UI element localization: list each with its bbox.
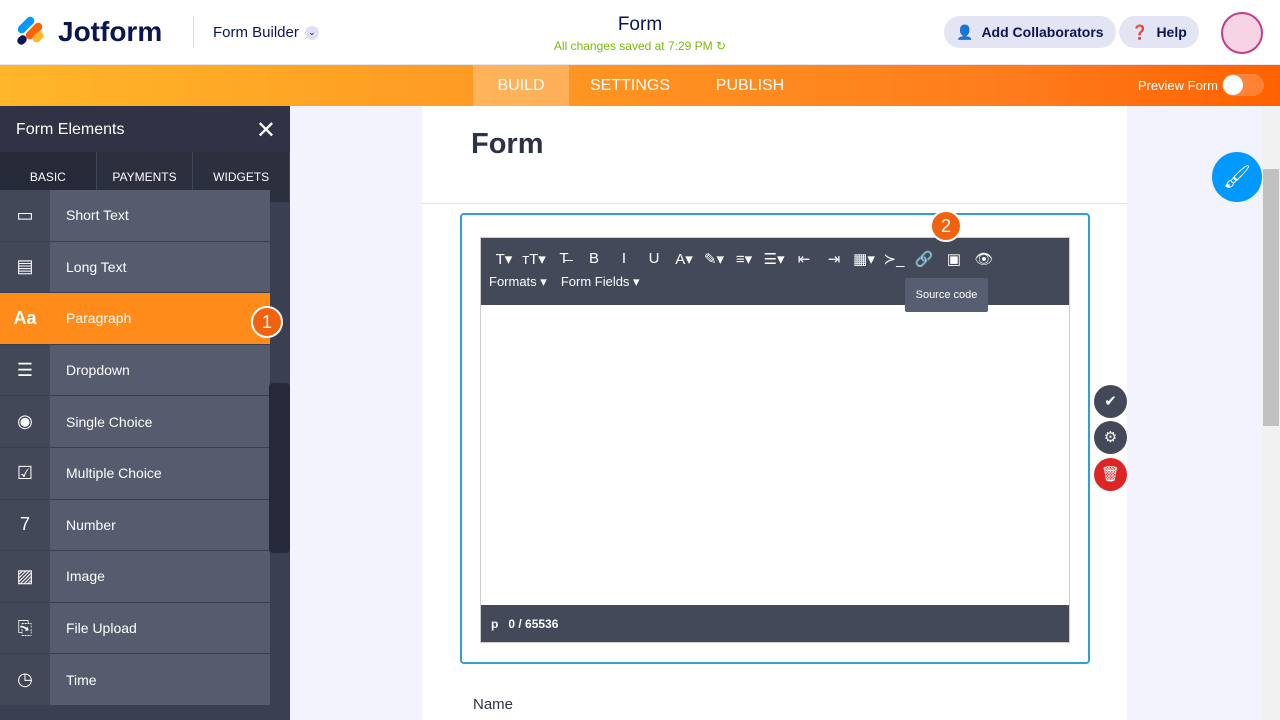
form-builder-menu[interactable]: Form Builder ⌄ (213, 24, 319, 41)
form-heading[interactable]: Form (471, 128, 544, 161)
clear-format-icon[interactable]: T̶ (549, 250, 579, 268)
dropdown-icon: ☰ (0, 344, 50, 396)
number-icon: 7 (0, 499, 50, 551)
form-elements-panel: Form Elements ✕ BASIC PAYMENTS WIDGETS ▭ S… (0, 106, 291, 720)
sidebar-scrollbar[interactable] (269, 383, 290, 553)
font-icon[interactable]: T▾ (489, 250, 519, 268)
paint-roller-icon: 🖌 (1223, 164, 1251, 189)
list-icon[interactable]: ☰▾ (759, 250, 789, 268)
step-badge-2: 2 (930, 210, 962, 242)
sidebar-item-label: Long Text (50, 241, 270, 293)
builder-label: Form Builder (213, 24, 299, 41)
sidebar-item-single-choice[interactable]: ◉ Single Choice (0, 396, 270, 448)
divider (193, 16, 194, 48)
sidebar-item-label: Number (50, 499, 270, 551)
sidebar-item-multiple-choice[interactable]: ☑ Multiple Choice (0, 447, 270, 500)
avatar[interactable] (1221, 12, 1263, 54)
radio-icon: ◉ (0, 396, 50, 447)
table-icon[interactable]: ▦▾ (849, 250, 879, 268)
short-text-icon: ▭ (0, 190, 50, 241)
paragraph-icon: Aa (0, 293, 50, 344)
form-canvas: Form T▾ ᴛT▾ T̶ B I U A▾ ✎▾ ≡▾ ☰▾ ⇤ ⇥ ▦▾ ≻_ 🔗 ▣ 👁 Formats… (422, 106, 1127, 720)
close-icon[interactable]: ✕ (256, 116, 276, 145)
sidebar-item-time[interactable]: ◷ Time (0, 654, 270, 706)
sidebar-item-label: Dropdown (50, 344, 270, 396)
editor-content[interactable] (481, 305, 1069, 605)
preview-label: Preview Form (1137, 78, 1218, 93)
help-label: Help (1156, 24, 1187, 40)
sidebar-item-label: Image (50, 551, 270, 602)
sidebar-item-number[interactable]: 7 Number (0, 499, 270, 552)
font-size-icon[interactable]: ᴛT▾ (519, 250, 549, 268)
underline-icon[interactable]: U (639, 250, 669, 268)
step-badge-1: 1 (251, 306, 283, 338)
help-icon: ❓ (1131, 23, 1149, 40)
page-scrollbar[interactable] (1262, 106, 1280, 720)
add-collaborators-label: Add Collaborators (981, 24, 1104, 40)
checkbox-icon: ☑ (0, 447, 50, 499)
sidebar-item-label: File Upload (50, 602, 270, 654)
brand-name: Jotform (58, 16, 163, 47)
panel-title: Form Elements (16, 121, 125, 138)
save-status: All changes saved at 7:29 PM ↻ (500, 39, 780, 53)
sidebar-item-label: Short Text (50, 190, 270, 241)
char-count: 0 / 65536 (508, 617, 559, 631)
tab-publish[interactable]: PUBLISH (691, 65, 809, 106)
indent-icon[interactable]: ⇥ (819, 250, 849, 268)
source-code-icon[interactable]: ≻_ (879, 250, 909, 268)
long-text-icon: ▤ (0, 241, 50, 293)
jotform-logo[interactable]: Jotform (15, 15, 163, 48)
check-icon[interactable]: ✔ (1094, 385, 1127, 418)
source-code-tooltip: Source code (905, 278, 988, 312)
align-icon[interactable]: ≡▾ (729, 250, 759, 268)
help-button[interactable]: ❓ Help (1119, 16, 1199, 48)
form-title[interactable]: Form (540, 14, 740, 36)
preview-icon[interactable]: 👁 (969, 250, 999, 268)
sidebar-item-dropdown[interactable]: ☰ Dropdown (0, 344, 270, 397)
outdent-icon[interactable]: ⇤ (789, 250, 819, 268)
sidebar-item-short-text[interactable]: ▭ Short Text (0, 190, 270, 242)
gear-icon[interactable]: ⚙ (1094, 421, 1127, 454)
italic-icon[interactable]: I (609, 250, 639, 268)
sidebar-item-file-upload[interactable]: ⎘ File Upload (0, 602, 270, 655)
text-color-icon[interactable]: A▾ (669, 250, 699, 268)
logo-icon (15, 15, 46, 47)
trash-icon[interactable]: 🗑 (1094, 458, 1127, 491)
editor-status-bar: p 0 / 65536 (481, 605, 1069, 642)
user-icon: 👤 (956, 23, 974, 40)
divider (422, 203, 1127, 204)
element-path: p (491, 617, 499, 631)
form-designer-button[interactable]: 🖌 (1212, 152, 1262, 202)
link-icon[interactable]: 🔗 (909, 250, 939, 268)
clock-icon: ◷ (0, 654, 50, 705)
bold-icon[interactable]: B (579, 250, 609, 268)
preview-toggle[interactable] (1222, 74, 1264, 96)
sidebar-item-paragraph[interactable]: Aa Paragraph (0, 293, 270, 345)
panel-header: Form Elements ✕ (0, 106, 290, 152)
sidebar-item-label: Paragraph (50, 293, 270, 344)
file-upload-icon: ⎘ (0, 602, 50, 654)
tab-build[interactable]: BUILD (473, 65, 569, 106)
sidebar-item-label: Time (50, 654, 270, 705)
paragraph-field[interactable]: T▾ ᴛT▾ T̶ B I U A▾ ✎▾ ≡▾ ☰▾ ⇤ ⇥ ▦▾ ≻_ 🔗 ▣ 👁 Formats ▾ For… (460, 213, 1090, 664)
sidebar-item-label: Multiple Choice (50, 447, 270, 499)
save-status-text: All changes saved at 7:29 PM (553, 39, 713, 53)
image-icon[interactable]: ▣ (939, 250, 969, 268)
top-bar: Jotform Form Builder ⌄ Form All changes s… (0, 0, 1280, 65)
refresh-icon: ↻ (716, 39, 727, 53)
main-nav: BUILD SETTINGS PUBLISH Preview Form (0, 65, 1280, 106)
formats-dropdown[interactable]: Formats ▾ (489, 274, 547, 290)
image-icon: ▨ (0, 551, 50, 602)
tab-settings[interactable]: SETTINGS (569, 65, 691, 106)
sidebar-item-label: Single Choice (50, 396, 270, 447)
name-field-label: Name (473, 696, 514, 713)
sidebar-item-long-text[interactable]: ▤ Long Text (0, 241, 270, 294)
chevron-down-icon: ⌄ (304, 25, 319, 40)
add-collaborators-button[interactable]: 👤 Add Collaborators (944, 16, 1116, 48)
form-fields-dropdown[interactable]: Form Fields ▾ (561, 274, 640, 290)
sidebar-item-image[interactable]: ▨ Image (0, 551, 270, 603)
highlight-icon[interactable]: ✎▾ (699, 250, 729, 268)
